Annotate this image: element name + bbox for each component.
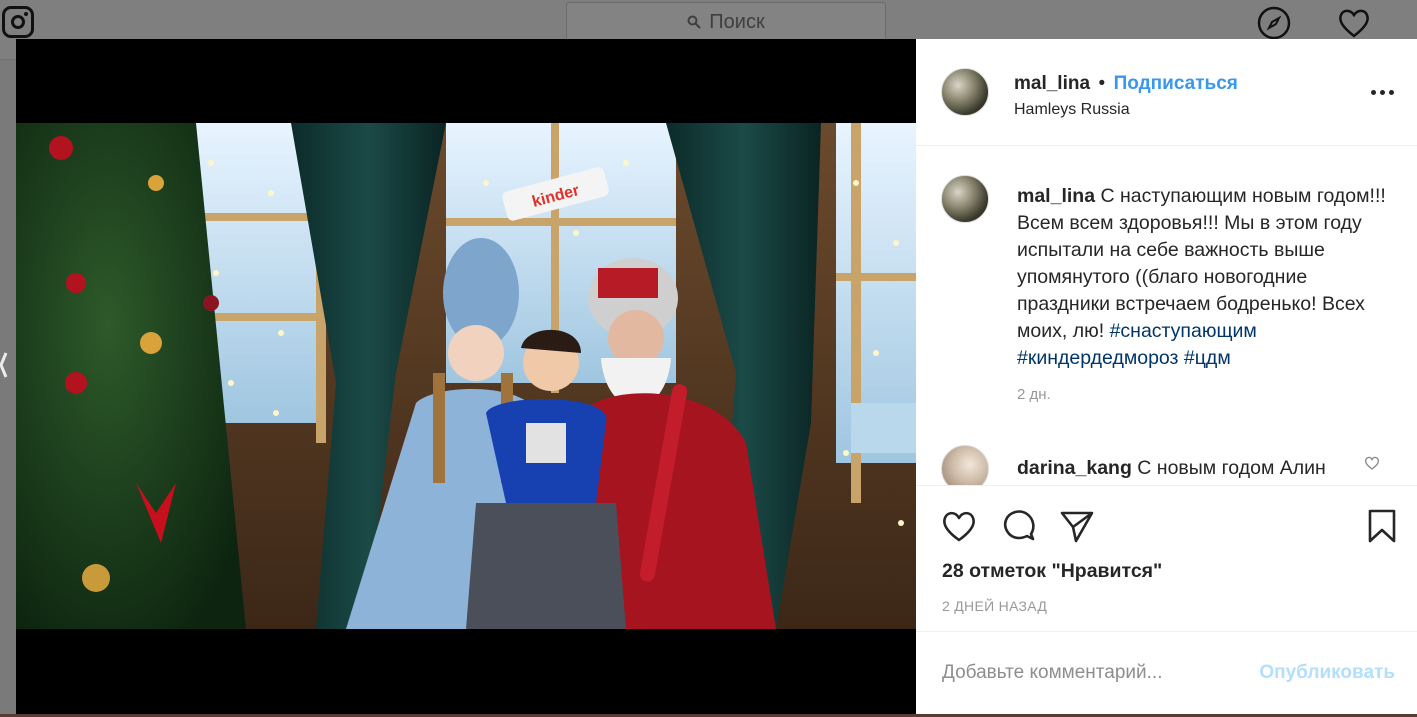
instagram-logo-icon[interactable] <box>2 6 34 38</box>
hashtag-link[interactable]: #киндердедмороз <box>1017 347 1179 369</box>
post-actions: 28 отметок "Нравится" 2 ДНЕЙ НАЗАД <box>916 485 1417 631</box>
caption-text: С наступающим новым годом!!! Всем всем з… <box>1017 185 1386 342</box>
comment-input[interactable] <box>942 656 1242 690</box>
search-input[interactable]: Поиск <box>566 2 886 42</box>
caption-author-avatar[interactable] <box>941 175 989 223</box>
caption-username[interactable]: mal_lina <box>1017 185 1095 207</box>
add-comment-form: Опубликовать <box>916 631 1417 714</box>
search-placeholder: Поиск <box>709 10 765 33</box>
post-media: kinder <box>16 39 916 714</box>
post-header: mal_lina • Подписаться Hamleys Russia <box>916 39 1417 146</box>
likes-count[interactable]: 28 отметок "Нравится" <box>942 560 1162 583</box>
post-photo[interactable]: kinder <box>16 123 916 629</box>
post-location[interactable]: Hamleys Russia <box>1014 101 1238 119</box>
commenter-avatar[interactable] <box>941 445 989 485</box>
post-modal: kinder mal_lina • Подписаться Hamleys Ru… <box>16 39 1417 714</box>
comment-body: darina_kang С новым годом Алин <box>1017 455 1395 482</box>
post-timestamp[interactable]: 2 ДНЕЙ НАЗАД <box>942 598 1047 614</box>
hashtag-link[interactable]: #цдм <box>1184 347 1231 369</box>
search-icon <box>687 15 701 29</box>
caption-body: mal_lina С наступающим новым годом!!! Вс… <box>1017 183 1395 408</box>
header-text: mal_lina • Подписаться Hamleys Russia <box>1014 73 1238 119</box>
author-avatar[interactable] <box>941 68 989 116</box>
separator-dot: • <box>1098 73 1106 94</box>
follow-button[interactable]: Подписаться <box>1114 73 1238 94</box>
publish-button[interactable]: Опубликовать <box>1259 662 1395 684</box>
comment-bubble-icon[interactable] <box>1001 508 1037 544</box>
caption-time[interactable]: 2 дн. <box>1017 381 1395 408</box>
comment-like-heart-icon[interactable] <box>1364 455 1380 471</box>
share-paper-plane-icon[interactable] <box>1059 508 1095 544</box>
save-bookmark-icon[interactable] <box>1364 508 1400 544</box>
hashtag-link[interactable]: #снаступающим <box>1110 320 1257 342</box>
comment-text: С новым годом Алин <box>1131 457 1326 479</box>
more-options-icon[interactable] <box>1371 87 1395 97</box>
previous-post-arrow-icon[interactable] <box>0 345 10 385</box>
author-username[interactable]: mal_lina <box>1014 73 1090 94</box>
heart-icon[interactable] <box>1337 6 1371 40</box>
comments-list[interactable]: mal_lina С наступающим новым годом!!! Вс… <box>916 147 1417 485</box>
compass-icon[interactable] <box>1257 6 1291 40</box>
commenter-username[interactable]: darina_kang <box>1017 457 1132 479</box>
post-side-panel: mal_lina • Подписаться Hamleys Russia ma… <box>916 39 1417 714</box>
like-heart-icon[interactable] <box>941 508 977 544</box>
